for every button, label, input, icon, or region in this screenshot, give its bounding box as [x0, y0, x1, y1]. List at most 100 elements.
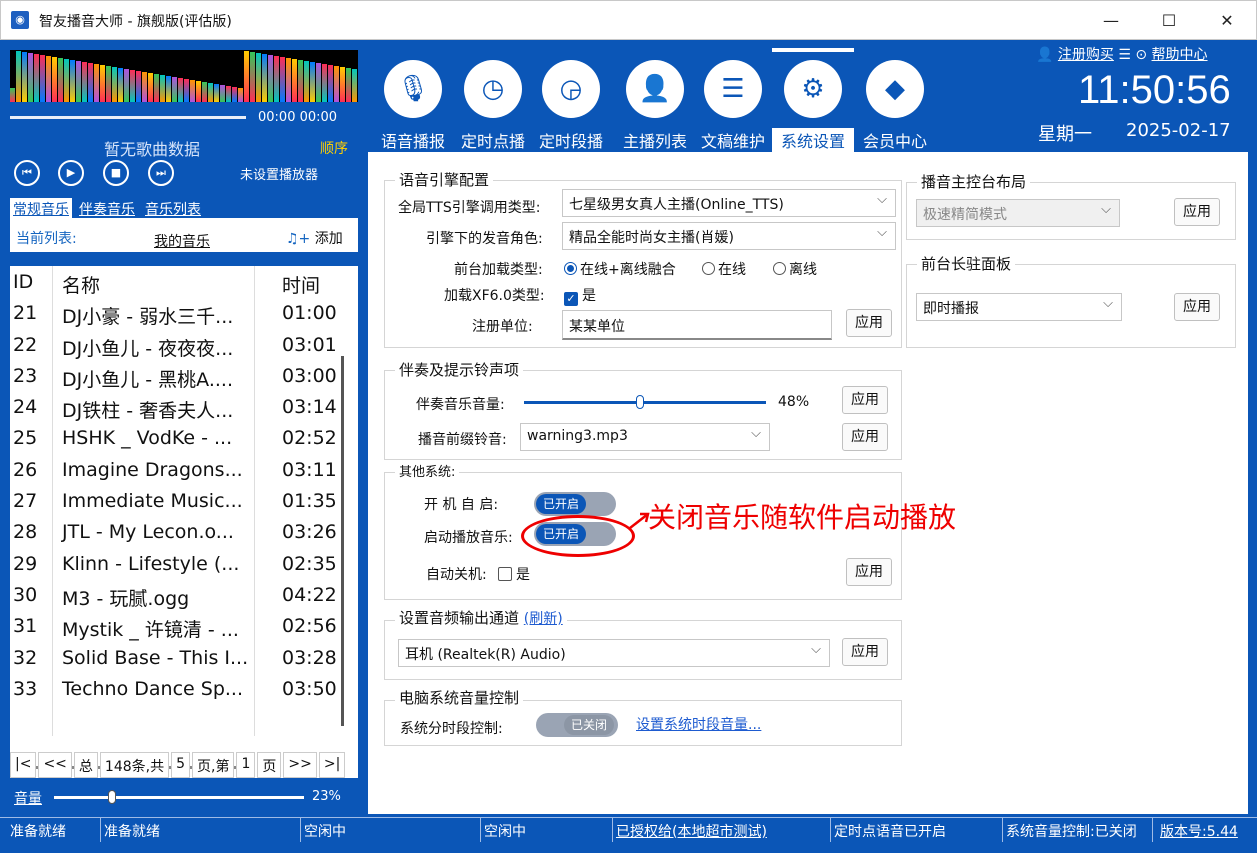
playback-progress[interactable]: [10, 116, 246, 119]
slider-knob[interactable]: [636, 395, 645, 409]
tab-regular-music[interactable]: 常规音乐: [10, 198, 72, 220]
boot-start-toggle[interactable]: 已开启: [534, 492, 616, 516]
playback-time: 00:00 00:00: [258, 110, 338, 125]
reg-unit-input[interactable]: 某某单位: [562, 310, 832, 340]
first-page-button[interactable]: |<: [10, 752, 37, 778]
console-layout-apply-button[interactable]: 应用: [1174, 198, 1220, 226]
set-system-volume-link[interactable]: 设置系统时段音量...: [636, 714, 761, 734]
bell-apply-button[interactable]: 应用: [842, 423, 888, 451]
license-status[interactable]: 已授权给(本地超市测试): [616, 821, 767, 841]
accomp-apply-button[interactable]: 应用: [842, 386, 888, 414]
stop-button[interactable]: ■: [103, 160, 129, 186]
tab-music-list[interactable]: 音乐列表: [142, 198, 204, 220]
song-name: DJ小豪 - 弱水三千...: [62, 306, 234, 329]
add-song-button[interactable]: ♫+ 添加: [286, 228, 343, 248]
register-link[interactable]: 注册购买: [1058, 47, 1114, 63]
table-row[interactable]: 26 Imagine Dragons... 03:11: [10, 454, 358, 485]
song-id: 26: [13, 458, 38, 481]
close-button[interactable]: ✕: [1197, 1, 1257, 41]
play-button[interactable]: ▶: [58, 160, 84, 186]
previous-button[interactable]: ⏮: [14, 160, 40, 186]
table-row[interactable]: 32 Solid Base - This I... 03:28: [10, 642, 358, 673]
song-duration: 02:56: [282, 615, 337, 638]
song-table: ID 名称 时间 21 DJ小豪 - 弱水三千... 01:00 22 DJ小鱼儿 - …: [10, 266, 358, 778]
spectrum-bar: [190, 80, 195, 102]
table-row[interactable]: 33 Techno Dance Sp... 03:50: [10, 673, 358, 704]
nav-system-settings[interactable]: ⚙ 系统设置: [772, 48, 854, 152]
table-row[interactable]: 23 DJ小鱼儿 - 黑桃A.... 03:00: [10, 360, 358, 391]
nav-anchor-list[interactable]: 👤 主播列表: [614, 48, 696, 152]
xf-checkbox[interactable]: ✓ 是: [564, 285, 596, 306]
load-option-hybrid[interactable]: 在线+离线融合: [564, 259, 676, 279]
column-header-time[interactable]: 时间: [282, 271, 320, 298]
next-button[interactable]: ⏭: [148, 160, 174, 186]
volume-percent: 23%: [312, 789, 341, 804]
nav-period-play[interactable]: ◶ 定时段播: [530, 48, 612, 152]
spectrum-bar: [118, 68, 123, 102]
nav-document-maintenance[interactable]: ☰ 文稿维护: [692, 48, 774, 152]
next-page-button[interactable]: >>: [283, 752, 317, 778]
table-row[interactable]: 24 DJ铁柱 - 奢香夫人... 03:14: [10, 391, 358, 422]
nav-label: 定时段播: [538, 132, 603, 151]
table-row[interactable]: 28 JTL - My Lecon.o... 03:26: [10, 516, 358, 547]
prev-page-button[interactable]: <<: [38, 752, 72, 778]
start-music-label: 启动播放音乐:: [424, 530, 513, 546]
version-link[interactable]: 版本号:5.44: [1160, 821, 1238, 841]
table-row[interactable]: 22 DJ小鱼儿 - 夜夜夜... 03:01: [10, 329, 358, 360]
total-count: 148条,共: [99, 752, 170, 778]
auto-shutdown-checkbox[interactable]: 是: [498, 564, 530, 584]
audio-output-select[interactable]: 耳机 (Realtek(R) Audio): [398, 639, 830, 667]
table-header: ID 名称 时间: [10, 266, 358, 297]
column-header-id[interactable]: ID: [13, 271, 33, 293]
help-link[interactable]: 帮助中心: [1152, 47, 1208, 63]
tab-accompaniment-music[interactable]: 伴奏音乐: [76, 198, 138, 220]
spectrum-bar: [64, 59, 69, 102]
current-list-name[interactable]: 我的音乐: [154, 231, 210, 251]
other-apply-button[interactable]: 应用: [846, 558, 892, 586]
play-order-mode[interactable]: 顺序: [320, 138, 348, 158]
volume-slider[interactable]: [54, 796, 304, 799]
song-duration: 01:00: [282, 302, 337, 325]
gear-icon: ⚙: [784, 60, 842, 118]
engine-type-select[interactable]: 七星级男女真人主播(Online_TTS): [562, 189, 896, 217]
song-id: 25: [13, 427, 38, 450]
menu-icon[interactable]: ☰: [1118, 47, 1131, 63]
nav-timed-play[interactable]: ◷ 定时点播: [452, 48, 534, 152]
audio-output-apply-button[interactable]: 应用: [842, 638, 888, 666]
song-duration: 03:26: [282, 521, 337, 544]
column-header-name[interactable]: 名称: [62, 271, 100, 298]
song-rows: 21 DJ小豪 - 弱水三千... 01:00 22 DJ小鱼儿 - 夜夜夜... 03:…: [10, 297, 358, 704]
accomp-volume-label: 伴奏音乐音量:: [416, 397, 505, 413]
song-duration: 03:11: [282, 458, 337, 481]
bell-select[interactable]: warning3.mp3: [520, 423, 770, 451]
refresh-link[interactable]: (刷新): [524, 611, 563, 627]
tts-apply-button[interactable]: 应用: [846, 309, 892, 337]
spectrum-bar: [172, 77, 177, 102]
front-panel-select[interactable]: 即时播报: [916, 293, 1122, 321]
load-option-online[interactable]: 在线: [702, 259, 746, 279]
volume-knob[interactable]: [107, 790, 116, 804]
minimize-button[interactable]: —: [1081, 1, 1141, 41]
accomp-volume-slider[interactable]: [524, 395, 766, 409]
table-row[interactable]: 21 DJ小豪 - 弱水三千... 01:00: [10, 297, 358, 328]
voice-role-select[interactable]: 精品全能时尚女主播(肖媛): [562, 222, 896, 250]
nav-member-center[interactable]: ◆ 会员中心: [854, 48, 936, 152]
spectrum-bar: [346, 68, 351, 102]
front-panel-apply-button[interactable]: 应用: [1174, 293, 1220, 321]
system-period-toggle[interactable]: 已关闭: [536, 713, 618, 737]
maximize-button[interactable]: ☐: [1139, 1, 1199, 41]
song-name: Klinn - Lifestyle (...: [62, 552, 240, 575]
table-row[interactable]: 29 Klinn - Lifestyle (... 02:35: [10, 548, 358, 579]
table-row[interactable]: 30 M3 - 玩腻.ogg 04:22: [10, 579, 358, 610]
song-id: 31: [13, 615, 38, 638]
vertical-scrollbar[interactable]: [341, 356, 344, 726]
table-row[interactable]: 27 Immediate Music... 01:35: [10, 485, 358, 516]
last-page-button[interactable]: >|: [318, 752, 346, 778]
load-option-offline[interactable]: 离线: [773, 259, 817, 279]
current-page-input[interactable]: 1: [236, 752, 256, 778]
table-row[interactable]: 31 Mystik _ 许镜清 - ... 02:56: [10, 610, 358, 641]
table-row[interactable]: 25 HSHK _ VodKe - ... 02:52: [10, 422, 358, 453]
spectrum-bar: [250, 52, 255, 102]
console-layout-select[interactable]: 极速精简模式: [916, 199, 1120, 227]
nav-voice-broadcast[interactable]: 🎙 语音播报: [372, 48, 454, 152]
